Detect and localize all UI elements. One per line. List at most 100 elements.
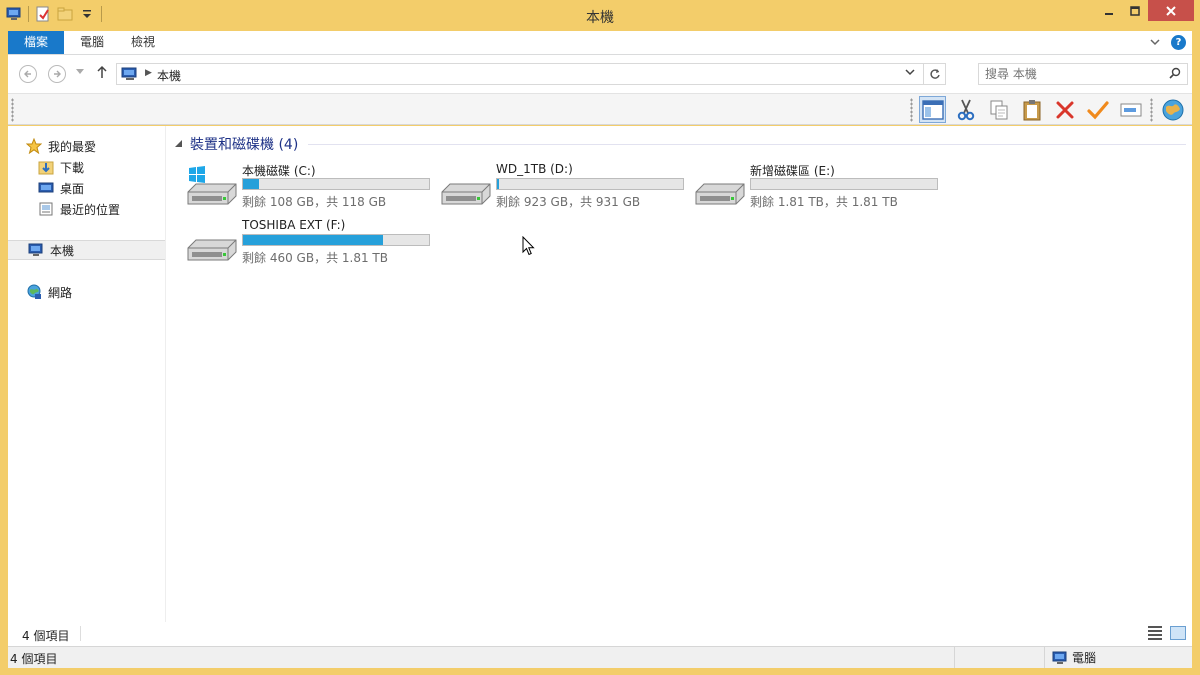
delete-icon <box>1056 101 1073 118</box>
downloads-folder-icon <box>38 161 54 175</box>
tab-view[interactable]: 檢視 <box>120 31 166 54</box>
paste-icon <box>1023 99 1040 120</box>
drive-usage-bar <box>242 178 430 190</box>
drive-name: WD_1TB (D:) <box>496 162 573 176</box>
tab-file[interactable]: 檔案 <box>8 31 64 54</box>
drive-free-space: 剩餘 923 GB，共 931 GB <box>496 195 641 209</box>
preview-pane-button[interactable] <box>919 96 946 123</box>
search-box[interactable] <box>978 63 1188 85</box>
nav-label: 我的最愛 <box>48 139 97 154</box>
nav-item-downloads[interactable]: 下載 <box>38 157 84 177</box>
help-icon[interactable]: ? <box>1171 35 1186 50</box>
address-bar[interactable]: ▶ 本機 <box>116 63 946 85</box>
drive-free-space: 剩餘 1.81 TB，共 1.81 TB <box>750 195 898 209</box>
status-location: 電腦 <box>1052 649 1096 666</box>
computer-icon <box>1052 651 1067 664</box>
status-bar-inner: 4 個項目 <box>8 622 1192 646</box>
nav-label: 桌面 <box>60 181 85 196</box>
expand-ribbon-icon[interactable] <box>1149 35 1161 52</box>
desktop-icon <box>38 182 54 193</box>
breadcrumb-separator-icon[interactable]: ▶ <box>145 68 152 78</box>
toolbar-grip[interactable] <box>1150 97 1153 122</box>
nav-item-desktop[interactable]: 桌面 <box>38 178 84 198</box>
toolbar-grip[interactable] <box>910 97 913 122</box>
drive-item[interactable]: TOSHIBA EXT (F:) 剩餘 460 GB，共 1.81 TB <box>186 218 436 270</box>
recent-locations-dropdown[interactable] <box>76 68 84 77</box>
drive-usage-bar <box>242 234 430 246</box>
web-button[interactable] <box>1159 96 1186 123</box>
nav-item-favorites[interactable]: 我的最愛 <box>26 136 96 156</box>
divider <box>954 647 955 668</box>
drive-item[interactable]: 本機磁碟 (C:) 剩餘 108 GB，共 118 GB <box>186 162 436 214</box>
forward-button[interactable] <box>48 65 66 83</box>
drive-item[interactable]: 新增磁碟區 (E:) 剩餘 1.81 TB，共 1.81 TB <box>694 162 944 214</box>
command-toolbar <box>8 93 1192 125</box>
navigation-pane[interactable]: 我的最愛 下載 桌面 最近的位置 本機 網路 <box>8 126 166 622</box>
address-dropdown-icon[interactable] <box>905 67 915 80</box>
cut-button[interactable] <box>952 96 979 123</box>
back-button[interactable] <box>19 65 37 83</box>
computer-icon <box>28 243 43 256</box>
hard-drive-icon <box>441 183 491 205</box>
drive-usage-bar <box>496 178 684 190</box>
details-view-icon[interactable] <box>1148 626 1162 640</box>
properties-button[interactable] <box>1084 96 1111 123</box>
refresh-button[interactable] <box>923 64 945 84</box>
view-switcher <box>1148 626 1186 640</box>
group-header-devices[interactable]: 裝置和磁碟機 (4) <box>174 134 1186 154</box>
properties-check-icon <box>1086 100 1109 119</box>
item-count-outer: 4 個項目 <box>10 652 58 666</box>
window-controls <box>1096 0 1194 22</box>
preview-pane-icon <box>921 99 944 120</box>
delete-button[interactable] <box>1051 96 1078 123</box>
computer-icon <box>121 67 141 84</box>
globe-icon <box>1162 99 1183 120</box>
nav-label: 下載 <box>60 160 85 175</box>
address-row: ▶ 本機 <box>8 55 1192 93</box>
up-button[interactable] <box>96 65 108 83</box>
item-count: 4 個項目 <box>22 629 70 643</box>
group-title: 裝置和磁碟機 (4) <box>190 137 299 153</box>
nav-item-this-pc[interactable]: 本機 <box>8 240 165 260</box>
nav-item-network[interactable]: 網路 <box>26 282 72 302</box>
collapse-chevron-icon[interactable] <box>174 139 182 149</box>
nav-label: 網路 <box>48 285 73 300</box>
cut-icon <box>957 99 974 120</box>
group-divider <box>308 143 1186 145</box>
search-input[interactable] <box>985 66 1155 82</box>
drive-name: TOSHIBA EXT (F:) <box>242 218 346 232</box>
drive-usage-fill <box>243 235 383 245</box>
status-bar: 4 個項目 電腦 <box>8 646 1192 668</box>
title-bar[interactable]: 本機 <box>0 0 1200 31</box>
content-pane[interactable]: 裝置和磁碟機 (4) 本機磁碟 (C:) 剩餘 108 GB，共 118 GB <box>174 126 1192 622</box>
drive-name: 本機磁碟 (C:) <box>242 164 316 178</box>
explorer-window: 本機 檔案 電腦 檢視 ? ▶ 本機 搜尋 本機 我的最愛 下載 桌面 最近的位… <box>0 0 1200 675</box>
star-icon <box>26 138 42 154</box>
rename-icon <box>1120 103 1141 116</box>
paste-button[interactable] <box>1018 96 1045 123</box>
windows-drive-icon <box>187 166 237 205</box>
divider <box>1044 647 1045 668</box>
copy-button[interactable] <box>985 96 1012 123</box>
ribbon-tabs: 檔案 電腦 檢視 ? <box>8 31 1192 55</box>
copy-icon <box>990 100 1007 119</box>
large-icons-view-icon[interactable] <box>1170 626 1186 640</box>
close-button[interactable] <box>1148 0 1194 21</box>
nav-item-recent[interactable]: 最近的位置 <box>38 199 120 219</box>
drive-free-space: 剩餘 460 GB，共 1.81 TB <box>242 251 388 265</box>
drive-usage-fill <box>497 179 499 189</box>
toolbar-buttons <box>910 96 1186 123</box>
divider <box>80 626 81 641</box>
rename-button[interactable] <box>1117 96 1144 123</box>
status-location-label: 電腦 <box>1072 651 1097 665</box>
toolbar-grip[interactable] <box>11 98 14 122</box>
maximize-button[interactable] <box>1122 0 1148 22</box>
drive-item[interactable]: WD_1TB (D:) 剩餘 923 GB，共 931 GB <box>440 162 690 214</box>
main-area: 我的最愛 下載 桌面 最近的位置 本機 網路 裝置和磁碟機 (4) 本機磁碟 (… <box>8 126 1192 622</box>
minimize-button[interactable] <box>1096 0 1122 22</box>
nav-label: 最近的位置 <box>60 202 121 217</box>
breadcrumb-this-pc[interactable]: 本機 <box>157 67 181 84</box>
search-icon[interactable] <box>1169 67 1181 82</box>
hard-drive-icon <box>695 183 745 205</box>
tab-computer[interactable]: 電腦 <box>66 31 118 54</box>
